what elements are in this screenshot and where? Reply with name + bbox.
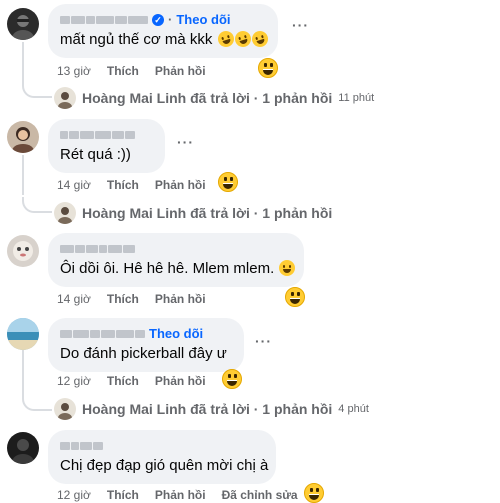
rofl-emoji-icon bbox=[249, 28, 270, 50]
like-button[interactable]: Thích bbox=[107, 178, 139, 192]
grinning-face-icon[interactable] bbox=[222, 369, 242, 389]
comment-bubble: Ôi dồi ôi. Hê hê hê. Mlem mlem. bbox=[48, 233, 304, 287]
more-options-icon[interactable]: ··· bbox=[292, 17, 309, 33]
commenter-name[interactable] bbox=[60, 330, 145, 338]
comment-actions: 12 giờ Thích Phản hồi bbox=[57, 374, 206, 388]
follow-link[interactable]: Theo dõi bbox=[149, 326, 203, 342]
comment-text: Do đánh pickerball đây ư bbox=[60, 345, 227, 362]
comment-actions: 13 giờ Thích Phản hồi bbox=[57, 64, 206, 78]
comment-bubble: Chị đẹp đạp gió quên mời chị à bbox=[48, 430, 276, 484]
verified-badge-icon: ✓ bbox=[152, 14, 164, 26]
commenter-name[interactable] bbox=[60, 245, 135, 253]
comment-time[interactable]: 14 giờ bbox=[57, 292, 91, 306]
avatar bbox=[54, 398, 76, 420]
thread-elbow bbox=[22, 82, 52, 98]
follow-link[interactable]: Theo dõi bbox=[176, 12, 230, 28]
comment-actions: 12 giờ Thích Phản hồi Đã chỉnh sửa bbox=[57, 488, 298, 502]
more-options-icon[interactable]: ··· bbox=[255, 333, 272, 349]
comment-text: Rét quá :)) bbox=[60, 146, 131, 163]
comment-time[interactable]: 12 giờ bbox=[57, 374, 91, 388]
comment-bubble: ✓ · Theo dõi mất ngủ thế cơ mà kkk bbox=[48, 4, 278, 58]
grinning-face-icon[interactable] bbox=[304, 483, 324, 503]
reply-summary[interactable]: Hoàng Mai Linh đã trả lời · 1 phản hồi bbox=[82, 90, 332, 106]
edited-label[interactable]: Đã chỉnh sửa bbox=[222, 488, 298, 502]
comment-text: Ôi dồi ôi. Hê hê hê. Mlem mlem. bbox=[60, 259, 296, 279]
view-replies-link[interactable]: Hoàng Mai Linh đã trả lời · 1 phản hồi 1… bbox=[54, 87, 374, 109]
comment-bubble: Rét quá :)) bbox=[48, 119, 165, 173]
avatar bbox=[54, 87, 76, 109]
view-replies-link[interactable]: Hoàng Mai Linh đã trả lời · 1 phản hồi 4… bbox=[54, 398, 369, 420]
reply-time: 11 phút bbox=[338, 92, 375, 104]
reply-time: 4 phút bbox=[338, 403, 369, 415]
comment-time[interactable]: 14 giờ bbox=[57, 178, 91, 192]
grinning-face-icon[interactable] bbox=[218, 172, 238, 192]
comment-text: Chị đẹp đạp gió quên mời chị à bbox=[60, 457, 269, 474]
avatar[interactable] bbox=[7, 432, 39, 464]
comment-time[interactable]: 12 giờ bbox=[57, 488, 91, 502]
reply-button[interactable]: Phản hồi bbox=[155, 178, 206, 192]
avatar bbox=[54, 202, 76, 224]
thread-line bbox=[22, 350, 24, 395]
reply-button[interactable]: Phản hồi bbox=[155, 292, 206, 306]
like-button[interactable]: Thích bbox=[107, 292, 139, 306]
comment-time[interactable]: 13 giờ bbox=[57, 64, 91, 78]
reply-summary[interactable]: Hoàng Mai Linh đã trả lời · 1 phản hồi bbox=[82, 401, 332, 417]
comment-actions: 14 giờ Thích Phản hồi bbox=[57, 292, 206, 306]
thread-elbow bbox=[22, 395, 52, 411]
comment-bubble: Theo dõi Do đánh pickerball đây ư bbox=[48, 318, 244, 372]
reply-summary[interactable]: Hoàng Mai Linh đã trả lời · 1 phản hồi bbox=[82, 205, 332, 221]
avatar[interactable] bbox=[7, 318, 39, 350]
comment-text: mất ngủ thế cơ mà kkk bbox=[60, 28, 270, 50]
rofl-emoji-icon bbox=[232, 28, 253, 50]
like-button[interactable]: Thích bbox=[107, 488, 139, 502]
commenter-name[interactable] bbox=[60, 16, 148, 24]
commenter-name[interactable] bbox=[60, 131, 135, 139]
like-button[interactable]: Thích bbox=[107, 64, 139, 78]
rofl-emoji-icon bbox=[215, 28, 236, 50]
thread-elbow bbox=[22, 197, 52, 213]
thread-line bbox=[22, 42, 24, 82]
thread-line bbox=[22, 155, 24, 195]
comment-actions: 14 giờ Thích Phản hồi bbox=[57, 178, 206, 192]
view-replies-link[interactable]: Hoàng Mai Linh đã trả lời · 1 phản hồi bbox=[54, 202, 332, 224]
grinning-face-icon[interactable] bbox=[258, 58, 278, 78]
more-options-icon[interactable]: ··· bbox=[177, 134, 194, 150]
commenter-name[interactable] bbox=[60, 442, 103, 450]
grinning-face-icon[interactable] bbox=[285, 287, 305, 307]
avatar[interactable] bbox=[7, 8, 39, 40]
avatar[interactable] bbox=[7, 121, 39, 153]
like-button[interactable]: Thích bbox=[107, 374, 139, 388]
reply-button[interactable]: Phản hồi bbox=[155, 64, 206, 78]
grinning-emoji-icon bbox=[279, 260, 296, 276]
reply-button[interactable]: Phản hồi bbox=[155, 374, 206, 388]
avatar[interactable] bbox=[7, 235, 39, 267]
reply-button[interactable]: Phản hồi bbox=[155, 488, 206, 502]
